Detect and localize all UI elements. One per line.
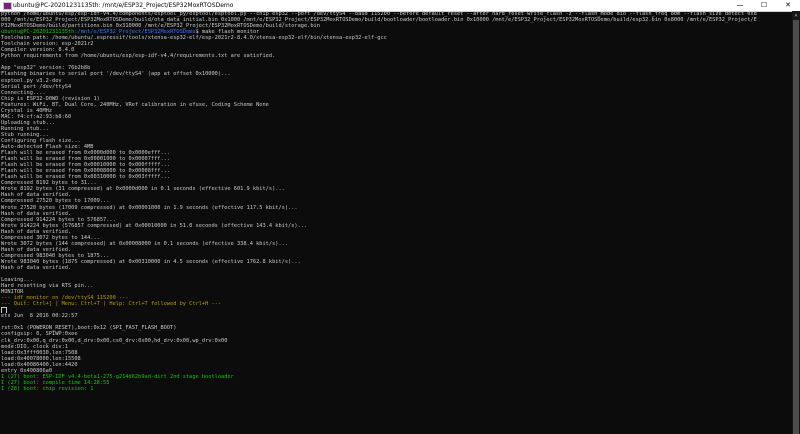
vertical-scrollbar[interactable]: ▲ <box>792 11 800 434</box>
window-title: ubuntu@PC-20201231135th: /mnt/e/ESP32_Pr… <box>13 2 234 9</box>
terminal-output[interactable]: python /home/ubuntu/esp/esp-idf-v4.4/com… <box>0 11 793 433</box>
close-button[interactable]: ✕ <box>776 0 800 11</box>
terminal-app-icon <box>3 2 12 10</box>
terminal-line: I (28) boot: chip revision: 1 <box>1 385 94 392</box>
terminal-window: ubuntu@PC-20201231135th: /mnt/e/ESP32_Pr… <box>0 0 800 434</box>
maximize-button[interactable]: ☐ <box>752 0 776 11</box>
scroll-up-arrow-icon[interactable]: ▲ <box>792 11 800 19</box>
scrollbar-thumb[interactable] <box>793 20 799 434</box>
minimize-button[interactable]: — <box>728 0 752 11</box>
terminal-lines: python /home/ubuntu/esp/esp-idf-v4.4/com… <box>1 11 793 392</box>
